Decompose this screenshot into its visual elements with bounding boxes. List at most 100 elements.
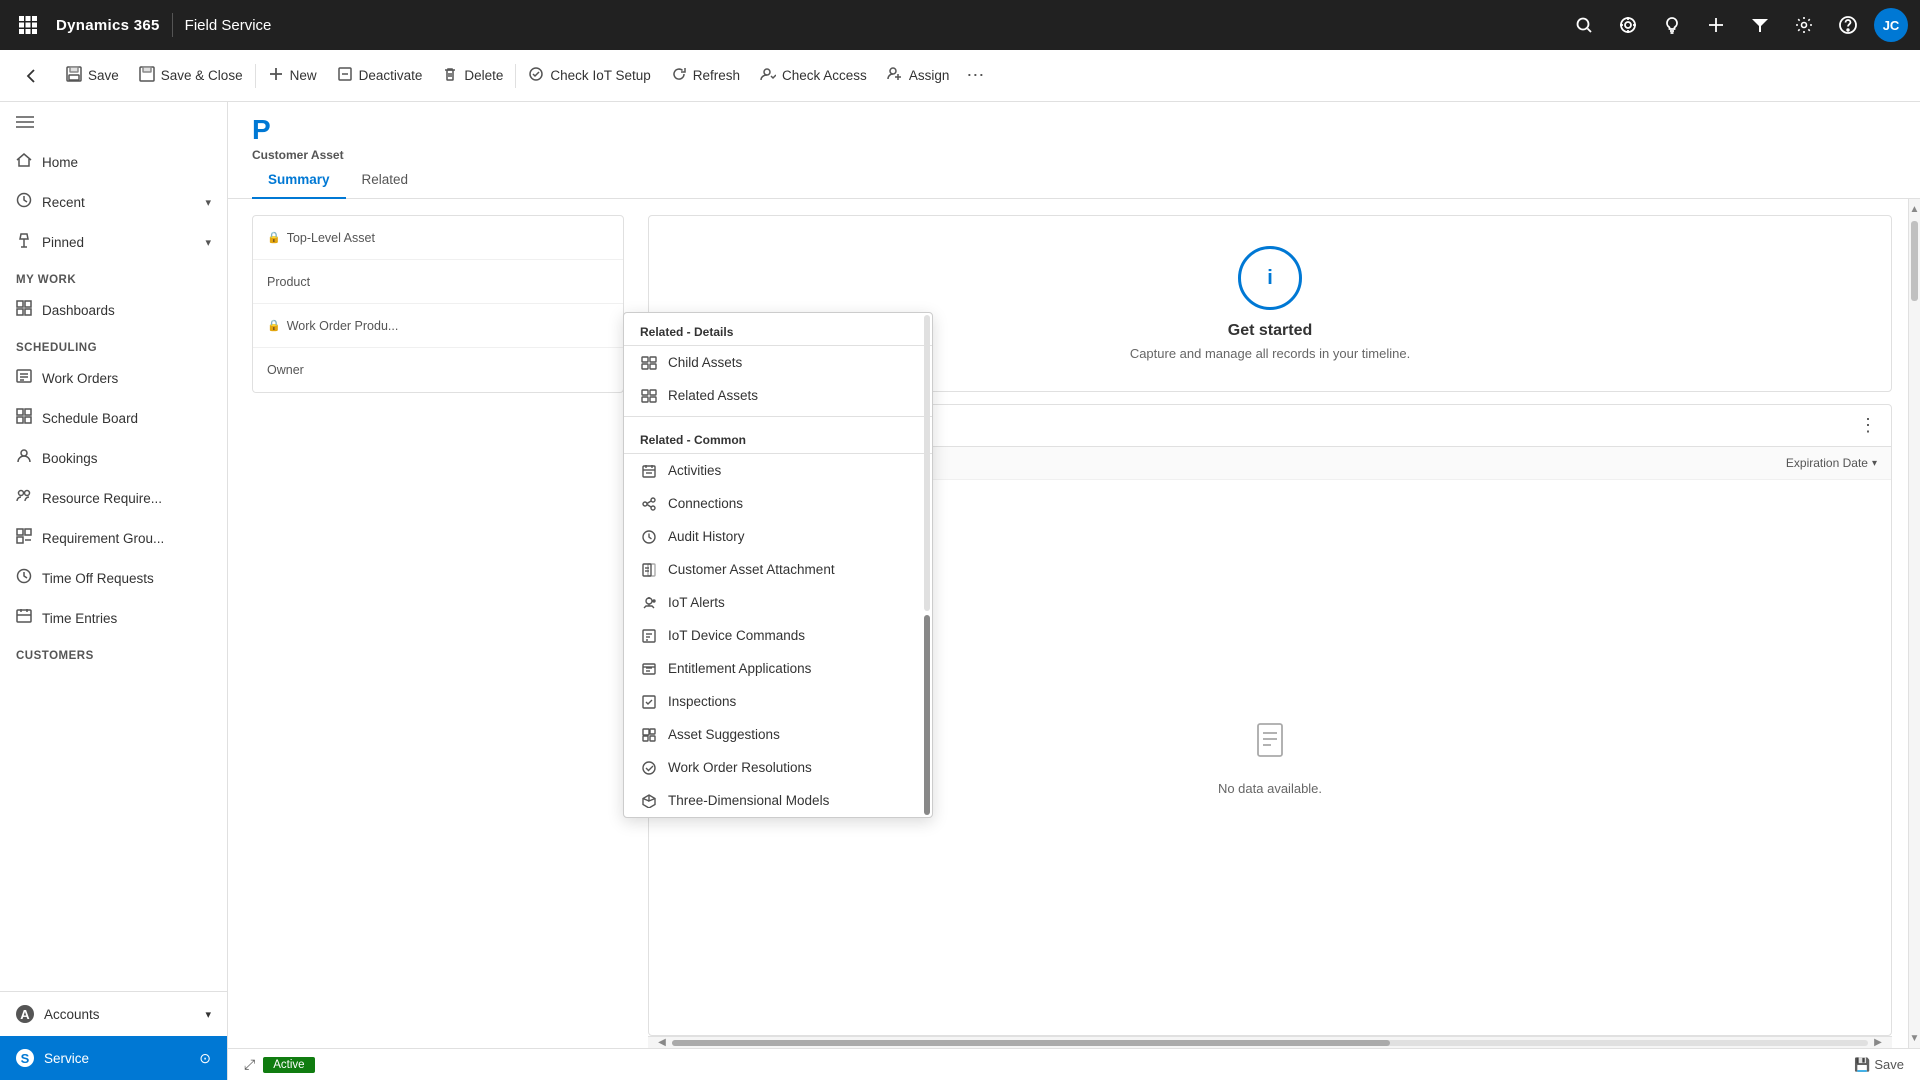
tab-related[interactable]: Related [346, 162, 425, 199]
expiration-col-header[interactable]: Expiration Date ▾ [1786, 456, 1877, 470]
target-icon[interactable] [1610, 7, 1646, 43]
scroll-right-button[interactable]: ▶ [1868, 1037, 1888, 1048]
status-save-button[interactable]: 💾 Save [1854, 1057, 1904, 1073]
recent-icon [16, 192, 32, 212]
search-icon[interactable] [1566, 7, 1602, 43]
delete-icon [442, 66, 458, 86]
sidebar-item-requirement-groups[interactable]: Requirement Grou... [0, 518, 227, 558]
save-close-button[interactable]: Save & Close [129, 58, 253, 94]
add-icon[interactable] [1698, 7, 1734, 43]
scrollbar-thumb[interactable] [672, 1040, 1390, 1046]
sidebar-bookings-label: Bookings [42, 451, 98, 466]
audit-history-icon [640, 530, 658, 544]
sidebar-service-label: Service [44, 1051, 89, 1066]
sidebar-item-pinned[interactable]: Pinned ▾ [0, 222, 227, 262]
assign-button[interactable]: Assign [877, 58, 960, 94]
more-commands-button[interactable]: ⋯ [959, 60, 991, 92]
sidebar-item-service[interactable]: S Service ⊙ [0, 1036, 227, 1080]
dropdown-item-entitlement-applications[interactable]: Entitlement Applications [624, 652, 932, 685]
dropdown-item-three-dimensional-models[interactable]: Three-Dimensional Models [624, 784, 932, 817]
three-dimensional-models-icon [640, 794, 658, 808]
linked-articles-more-button[interactable]: ⋮ [1859, 415, 1877, 436]
waffle-menu[interactable] [12, 9, 44, 41]
sidebar-item-recent[interactable]: Recent ▾ [0, 182, 227, 222]
form-area: 🔒 Top-Level Asset Product 🔒 [228, 199, 1920, 1048]
status-bar: ⤢ Active 💾 Save [228, 1048, 1920, 1080]
dropdown-item-activities[interactable]: Activities [624, 454, 932, 487]
lock-icon-1: 🔒 [267, 231, 281, 244]
sidebar-collapse-button[interactable] [0, 102, 227, 142]
dropdown-item-child-assets[interactable]: Child Assets [624, 346, 932, 379]
scroll-up-button[interactable]: ▲ [1909, 199, 1920, 219]
sidebar: Home Recent ▾ Pinned ▾ My Work [0, 102, 228, 1080]
scrollbar-track [672, 1040, 1868, 1046]
app-label: Field Service [185, 17, 272, 34]
tab-summary[interactable]: Summary [252, 162, 346, 199]
dropdown-item-audit-history[interactable]: Audit History [624, 520, 932, 553]
delete-button[interactable]: Delete [432, 58, 513, 94]
refresh-icon [671, 66, 687, 86]
vertical-scrollbar[interactable]: ▲ ▼ [1908, 199, 1920, 1048]
check-access-label: Check Access [782, 68, 867, 83]
nav-icons: JC [1566, 7, 1908, 43]
dropdown-item-iot-alerts[interactable]: IoT Alerts [624, 586, 932, 619]
check-access-button[interactable]: Check Access [750, 58, 877, 94]
service-icon: S [16, 1049, 34, 1067]
dropdown-scroll-area[interactable]: Related - Details Child Assets [624, 313, 932, 817]
sidebar-item-resource-requirements[interactable]: Resource Require... [0, 478, 227, 518]
dropdown-item-asset-suggestions[interactable]: Asset Suggestions [624, 718, 932, 751]
status-expand-icon[interactable]: ⤢ [244, 1056, 255, 1073]
lightbulb-icon[interactable] [1654, 7, 1690, 43]
dropdown-item-customer-asset-attachment[interactable]: Customer Asset Attachment [624, 553, 932, 586]
form-row-work-order-product: 🔒 Work Order Produ... [253, 304, 623, 348]
timeline-circle: i [1238, 246, 1302, 310]
new-button[interactable]: New [258, 58, 327, 94]
assign-label: Assign [909, 68, 950, 83]
save-button[interactable]: Save [56, 58, 129, 94]
dropdown-item-connections[interactable]: Connections [624, 487, 932, 520]
sidebar-item-time-entries[interactable]: Time Entries [0, 598, 227, 638]
dropdown-item-related-assets[interactable]: Related Assets [624, 379, 932, 412]
dropdown-item-inspections[interactable]: Inspections [624, 685, 932, 718]
form-fields: 🔒 Top-Level Asset Product 🔒 [228, 199, 648, 1048]
sidebar-item-home[interactable]: Home [0, 142, 227, 182]
timeline-circle-icon: i [1267, 267, 1273, 290]
dropdown-item-iot-device-commands[interactable]: IoT Device Commands [624, 619, 932, 652]
sidebar-section-scheduling: Scheduling [0, 330, 227, 358]
deactivate-button[interactable]: Deactivate [327, 58, 433, 94]
new-label: New [290, 68, 317, 83]
sidebar-item-dashboards[interactable]: Dashboards [0, 290, 227, 330]
horizontal-scrollbar[interactable]: ◀ ▶ [648, 1036, 1892, 1048]
sidebar-item-bookings[interactable]: Bookings [0, 438, 227, 478]
sidebar-section-customers: Customers [0, 638, 227, 666]
record-icon: P [252, 114, 1896, 146]
record-type: Customer Asset [252, 148, 1896, 162]
check-iot-button[interactable]: Check IoT Setup [518, 58, 660, 94]
scroll-down-button[interactable]: ▼ [1909, 1028, 1920, 1048]
sidebar-item-work-orders[interactable]: Work Orders [0, 358, 227, 398]
refresh-button[interactable]: Refresh [661, 58, 750, 94]
schedule-board-icon [16, 408, 32, 428]
v-scrollbar-thumb[interactable] [1911, 221, 1918, 301]
save-icon [66, 66, 82, 86]
work-order-resolutions-icon [640, 761, 658, 775]
deactivate-label: Deactivate [359, 68, 423, 83]
help-icon[interactable] [1830, 7, 1866, 43]
user-avatar[interactable]: JC [1874, 8, 1908, 42]
filter-icon[interactable] [1742, 7, 1778, 43]
save-close-icon [139, 66, 155, 86]
child-assets-label: Child Assets [668, 355, 742, 370]
back-button[interactable] [16, 60, 48, 92]
no-data-text: No data available. [1218, 781, 1322, 796]
scroll-left-button[interactable]: ◀ [652, 1037, 672, 1048]
sidebar-home-label: Home [42, 155, 78, 170]
sidebar-item-schedule-board[interactable]: Schedule Board [0, 398, 227, 438]
dropdown-item-work-order-resolutions[interactable]: Work Order Resolutions [624, 751, 932, 784]
sidebar-item-time-off[interactable]: Time Off Requests [0, 558, 227, 598]
related-dropdown: Related - Details Child Assets [623, 312, 933, 818]
check-access-icon [760, 66, 776, 86]
sidebar-time-entries-label: Time Entries [42, 611, 117, 626]
settings-icon[interactable] [1786, 7, 1822, 43]
sidebar-item-accounts[interactable]: A Accounts ▾ [0, 992, 227, 1036]
cmd-sep-2 [515, 64, 516, 88]
